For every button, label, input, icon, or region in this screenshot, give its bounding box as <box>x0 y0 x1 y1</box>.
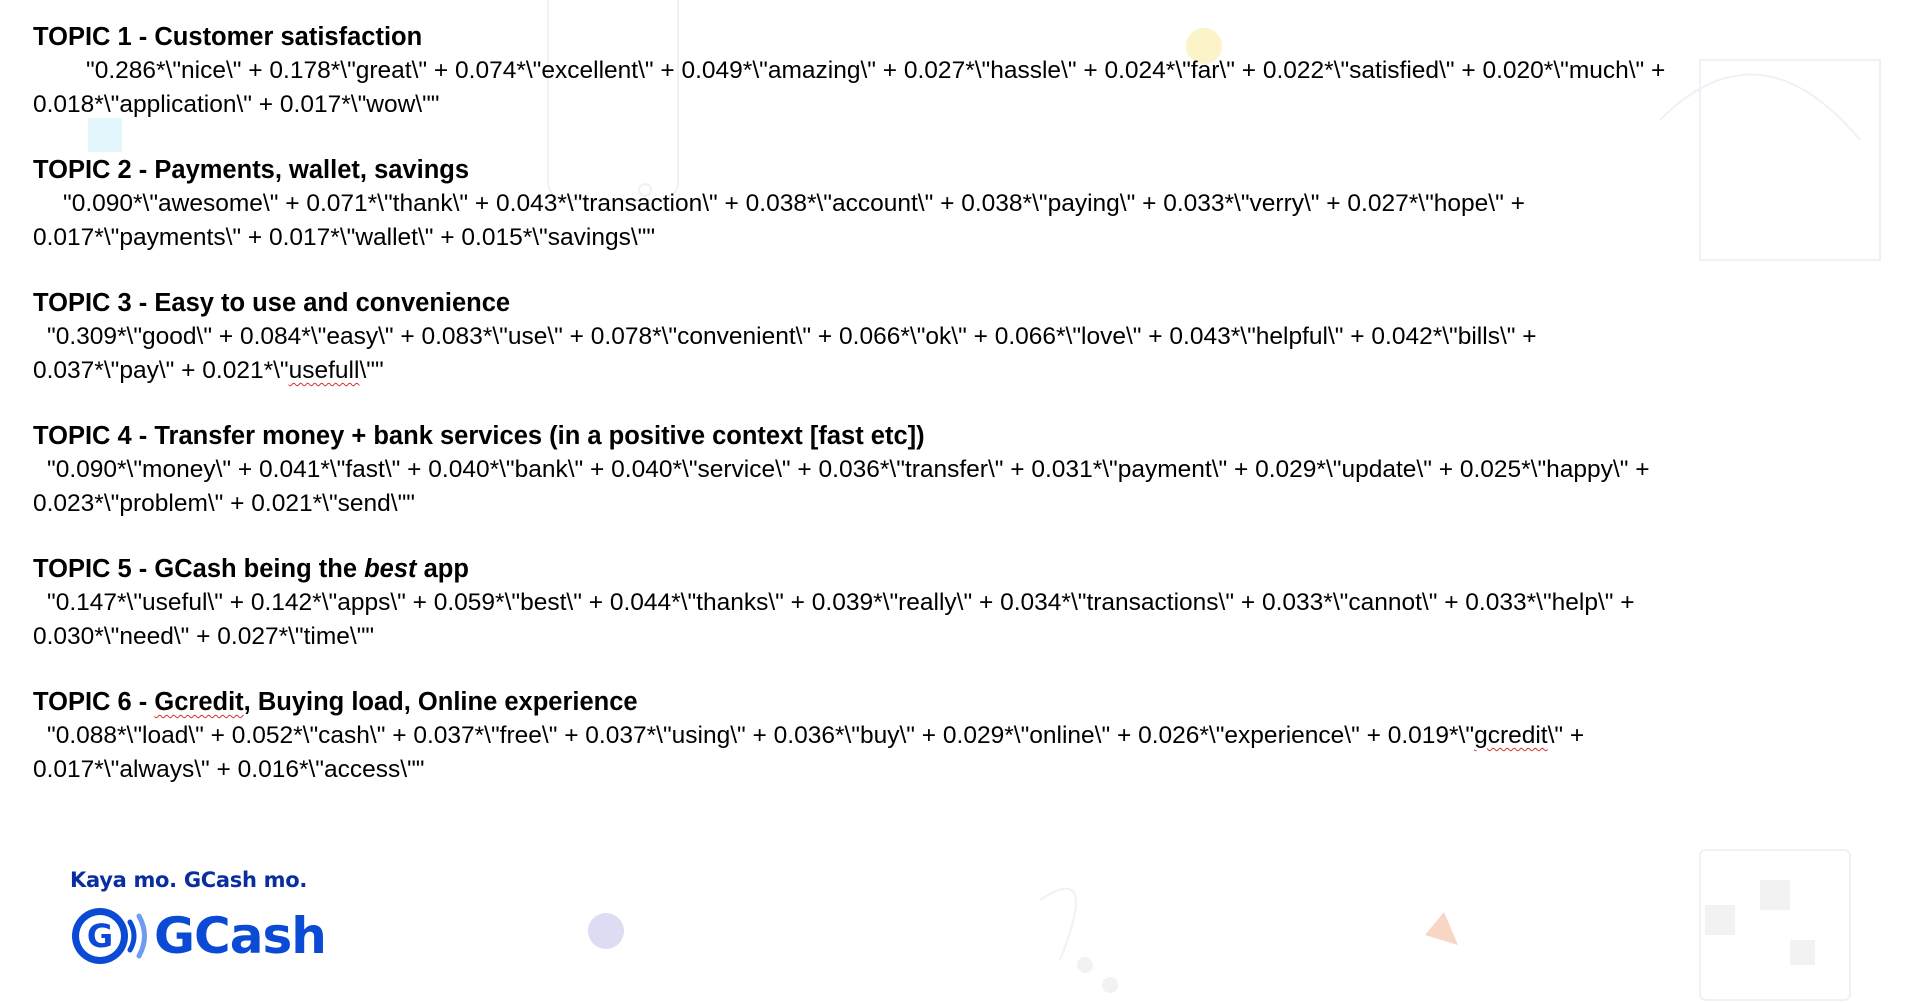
topic-name: GCash being the <box>154 555 365 583</box>
keywords-text: 0.037*\"pay\" + 0.021*\" <box>33 357 289 384</box>
topic-3: TOPIC 3 - Easy to use and convenience "0… <box>33 286 1913 388</box>
spellcheck-flagged-word: Gcredit <box>154 688 244 716</box>
topic-number: TOPIC 6 - <box>33 688 155 716</box>
topic-title: TOPIC 6 - Gcredit, Buying load, Online e… <box>33 685 1913 719</box>
topic-keywords-line-1: "0.090*\"awesome\" + 0.071*\"thank\" + 0… <box>63 190 1525 217</box>
topic-title: TOPIC 4 - Transfer money + bank services… <box>33 419 1913 453</box>
topic-number: TOPIC 5 - <box>33 555 155 583</box>
topic-name: Payments, wallet, savings <box>154 156 470 184</box>
keywords-text: \" + <box>1547 722 1585 749</box>
topic-keywords-line-1: "0.090*\"money\" + 0.041*\"fast\" + 0.04… <box>47 456 1650 483</box>
topic-name: Transfer money + bank services (in a pos… <box>154 422 925 450</box>
topic-name-emphasis: best <box>364 555 417 583</box>
topic-name: , Buying load, Online experience <box>243 688 638 716</box>
topic-5: TOPIC 5 - GCash being the best app "0.14… <box>33 552 1913 654</box>
topic-6: TOPIC 6 - Gcredit, Buying load, Online e… <box>33 685 1913 787</box>
spellcheck-flagged-word: usefull <box>288 357 360 384</box>
keywords-text: \"" <box>359 357 384 384</box>
keywords-text: "0.088*\"load\" + 0.052*\"cash\" + 0.037… <box>47 722 1475 749</box>
gcash-branding: Kaya mo. GCash mo. G GCash <box>70 866 327 970</box>
topic-title: TOPIC 5 - GCash being the best app <box>33 552 1913 586</box>
topic-number: TOPIC 3 - <box>33 289 155 317</box>
topics-list: TOPIC 1 - Customer satisfaction "0.286*\… <box>33 20 1913 818</box>
topic-1: TOPIC 1 - Customer satisfaction "0.286*\… <box>33 20 1913 122</box>
gcash-g-icon: G <box>72 908 147 964</box>
topic-2: TOPIC 2 - Payments, wallet, savings "0.0… <box>33 153 1913 255</box>
topic-keywords-line-1: "0.147*\"useful\" + 0.142*\"apps\" + 0.0… <box>47 589 1635 616</box>
topic-name: app <box>416 555 469 583</box>
brand-tagline: Kaya mo. GCash mo. <box>70 868 308 892</box>
topic-keywords-line-2: 0.017*\"payments\" + 0.017*\"wallet\" + … <box>33 224 656 251</box>
spellcheck-flagged-word: gcredit <box>1474 722 1548 749</box>
topic-keywords-line-1: "0.088*\"load\" + 0.052*\"cash\" + 0.037… <box>33 719 1913 753</box>
topic-keywords-line-1: "0.309*\"good\" + 0.084*\"easy\" + 0.083… <box>47 323 1537 350</box>
topic-name: Customer satisfaction <box>154 23 423 51</box>
svg-text:G: G <box>87 917 113 955</box>
topic-keywords-line-2: 0.017*\"always\" + 0.016*\"access\"" <box>33 756 425 783</box>
topic-keywords-line-2: 0.037*\"pay\" + 0.021*\"usefull\"" <box>33 354 1913 388</box>
topic-title: TOPIC 3 - Easy to use and convenience <box>33 286 1913 320</box>
gcash-logo: G GCash <box>70 902 327 970</box>
topic-keywords-line-1: "0.286*\"nice\" + 0.178*\"great\" + 0.07… <box>86 57 1666 84</box>
topic-number: TOPIC 1 - <box>33 23 155 51</box>
brand-logo-text: GCash <box>154 907 327 965</box>
topic-keywords-line-2: 0.030*\"need\" + 0.027*\"time\"" <box>33 623 375 650</box>
topic-number: TOPIC 2 - <box>33 156 155 184</box>
topic-title: TOPIC 2 - Payments, wallet, savings <box>33 153 1913 187</box>
topic-name: Easy to use and convenience <box>154 289 511 317</box>
topic-4: TOPIC 4 - Transfer money + bank services… <box>33 419 1913 521</box>
topic-title: TOPIC 1 - Customer satisfaction <box>33 20 1913 54</box>
topic-number: TOPIC 4 - <box>33 422 155 450</box>
topic-keywords-line-2: 0.018*\"application\" + 0.017*\"wow\"" <box>33 91 440 118</box>
topic-keywords-line-2: 0.023*\"problem\" + 0.021*\"send\"" <box>33 490 415 517</box>
